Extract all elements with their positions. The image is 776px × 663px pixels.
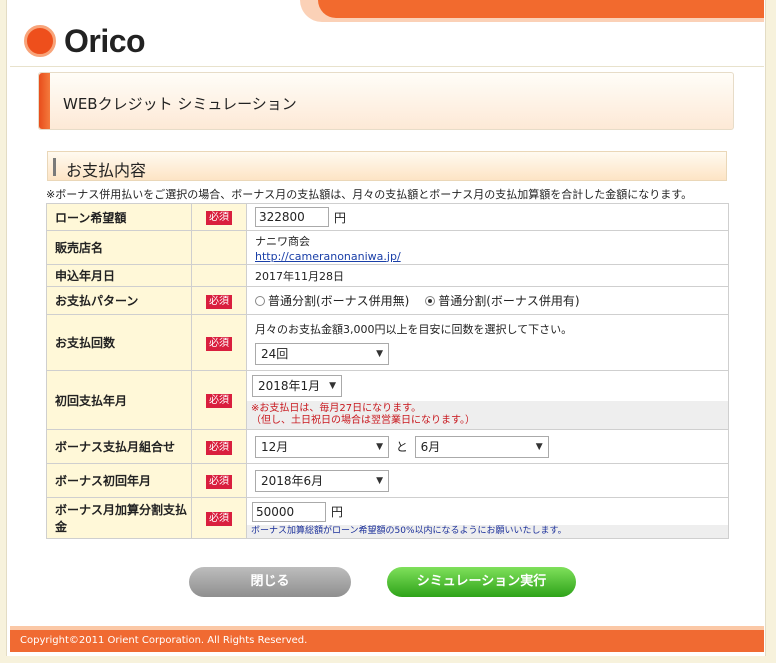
bonus-limit-info: ボーナス加算総額がローン希望額の50%以内になるようにお願いいたします。: [247, 524, 728, 538]
required-badge: 必須: [206, 394, 232, 408]
bonus-note: ※ボーナス併用払いをご選択の場合、ボーナス月の支払額は、月々の支払額とボーナス月…: [46, 188, 693, 201]
row-payment-count: お支払回数 必須 月々のお支払金額3,000円以上を目安に回数を選択して下さい。…: [46, 314, 729, 371]
close-button[interactable]: 閉じる: [189, 567, 351, 597]
header-stripe: [318, 0, 764, 18]
bonus-months-label: ボーナス支払月組合せ: [46, 429, 192, 464]
bonus-first-label: ボーナス初回年月: [46, 463, 192, 498]
row-apply-date: 申込年月日 2017年11月28日: [46, 264, 729, 287]
copyright-text: Copyright©2011 Orient Corporation. All R…: [20, 635, 308, 646]
bonus-month-2-select[interactable]: 6月 ▼: [414, 435, 549, 458]
row-store: 販売店名 ナニワ商会 http://cameranonaniwa.jp/: [46, 230, 729, 265]
payment-pattern-label: お支払パターン: [46, 286, 192, 315]
page-title-box: WEBクレジット シミュレーション: [38, 72, 734, 130]
header-divider: [10, 66, 764, 67]
store-name: ナニワ商会: [255, 234, 310, 248]
chevron-down-icon: ▼: [329, 381, 336, 391]
pattern-option-with-bonus[interactable]: 普通分割(ボーナス併用有): [438, 294, 579, 308]
bonus-amount-input[interactable]: 50000: [252, 501, 326, 522]
payment-count-label: お支払回数: [46, 314, 192, 371]
loan-amount-label: ローン希望額: [46, 203, 192, 231]
payment-count-hint: 月々のお支払金額3,000円以上を目安に回数を選択して下さい。: [255, 322, 573, 336]
row-first-payment: 初回支払年月 必須 2018年1月 ▼ ※お支払日は、毎月27日になります。 （但…: [46, 370, 729, 430]
first-payment-label: 初回支払年月: [46, 370, 192, 430]
run-simulation-button[interactable]: シミュレーション実行: [387, 567, 576, 597]
chevron-down-icon: ▼: [535, 441, 543, 452]
required-badge: 必須: [206, 474, 232, 489]
payment-count-select[interactable]: 24回 ▼: [255, 342, 389, 365]
bonus-amount-label: ボーナス月加算分割支払金: [46, 497, 192, 539]
row-bonus-amount: ボーナス月加算分割支払金 必須 50000 円 ボーナス加算総額がローン希望額の5…: [46, 497, 729, 539]
bonus-months-joiner: と: [395, 440, 408, 454]
pattern-option-no-bonus[interactable]: 普通分割(ボーナス併用無): [268, 294, 409, 308]
page-title: WEBクレジット シミュレーション: [63, 95, 297, 113]
apply-date-label: 申込年月日: [46, 264, 192, 287]
bonus-amount-unit: 円: [331, 505, 344, 519]
required-badge: 必須: [206, 211, 232, 225]
pattern-radio-with-bonus[interactable]: [425, 295, 436, 306]
title-accent-bar: [39, 73, 50, 129]
orico-logo-icon: [24, 25, 56, 57]
row-bonus-first: ボーナス初回年月 必須 2018年6月 ▼: [46, 463, 729, 498]
required-badge: 必須: [206, 294, 232, 309]
section-title: お支払内容: [66, 161, 147, 180]
footer: Copyright©2011 Orient Corporation. All R…: [10, 626, 764, 652]
logo-text: Orico: [64, 22, 146, 59]
chevron-down-icon: ▼: [376, 441, 383, 452]
pattern-radio-no-bonus[interactable]: [255, 295, 265, 306]
required-badge: 必須: [206, 440, 232, 455]
first-payment-select[interactable]: 2018年1月 ▼: [252, 375, 342, 397]
row-bonus-months: ボーナス支払月組合せ 必須 12月 ▼ と 6月 ▼: [46, 429, 729, 464]
payment-form-table: ローン希望額 必須 322800 円 販売店名 ナニワ商会 http://came…: [46, 203, 729, 539]
payment-day-warning: ※お支払日は、毎月27日になります。 （但し、土日祝日の場合は翌営業日になります…: [247, 401, 728, 429]
required-badge: 必須: [206, 336, 232, 351]
loan-amount-unit: 円: [334, 210, 347, 225]
row-loan-amount: ローン希望額 必須 322800 円: [46, 203, 729, 231]
orico-logo: Orico: [24, 22, 146, 60]
section-header: お支払内容: [47, 151, 727, 181]
bonus-month-1-select[interactable]: 12月 ▼: [255, 435, 389, 458]
section-accent-bar: [53, 158, 56, 176]
loan-amount-input[interactable]: 322800: [255, 207, 329, 227]
store-url-link[interactable]: http://cameranonaniwa.jp/: [255, 250, 401, 263]
required-badge: 必須: [206, 512, 232, 526]
row-payment-pattern: お支払パターン 必須 普通分割(ボーナス併用無) 普通分割(ボーナス併用有): [46, 286, 729, 315]
chevron-down-icon: ▼: [376, 475, 383, 486]
chevron-down-icon: ▼: [376, 348, 383, 359]
apply-date-value: 2017年11月28日: [246, 264, 729, 287]
bonus-first-select[interactable]: 2018年6月 ▼: [255, 469, 389, 492]
store-label: 販売店名: [46, 230, 192, 265]
